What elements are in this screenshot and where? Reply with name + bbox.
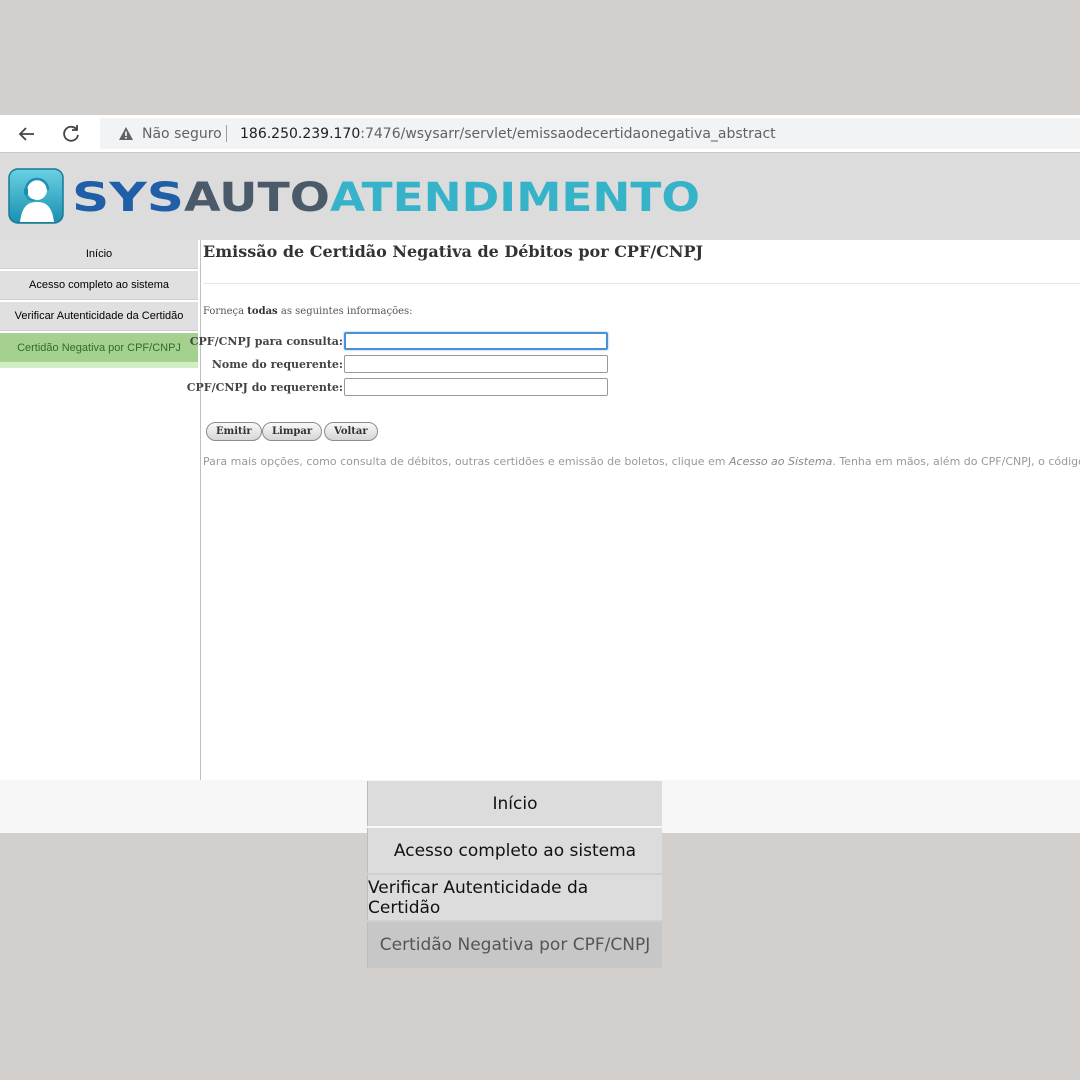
back-arrow-icon[interactable]	[14, 121, 40, 147]
instruction-bold: todas	[247, 306, 278, 317]
cpf-consulta-input[interactable]	[344, 332, 608, 350]
form-row-nome-requerente: Nome do requerente:	[203, 355, 623, 376]
main-content: Emissão de Certidão Negativa de Débitos …	[187, 240, 1080, 780]
zoomed-sidebar-menu: Início Acesso completo ao sistema Verifi…	[367, 781, 662, 968]
reload-icon[interactable]	[58, 121, 84, 147]
cpf-requerente-input[interactable]	[344, 378, 608, 396]
url-host: 186.250.239.170	[240, 126, 361, 142]
acesso-sistema-link[interactable]: Acesso ao Sistema	[729, 455, 832, 468]
nome-requerente-label: Nome do requerente:	[211, 358, 343, 371]
logo-text-auto: AUTO	[184, 175, 330, 219]
emitir-button[interactable]: Emitir	[206, 422, 262, 441]
sidebar-item-certidao-negativa[interactable]: Certidão Negativa por CPF/CNPJ	[0, 333, 198, 368]
security-label[interactable]: Não seguro	[142, 126, 222, 142]
web-page: SYS AUTO ATENDIMENTO Início Acesso compl…	[0, 153, 1080, 833]
sidebar-item-verificar-autenticidade[interactable]: Verificar Autenticidade da Certidão	[0, 302, 198, 331]
support-agent-logo-icon	[8, 168, 64, 224]
instruction-text: Forneça todas as seguintes informações:	[203, 306, 413, 317]
url-path: :7476/wsysarr/servlet/emissaodecertidaon…	[360, 126, 776, 142]
page-title: Emissão de Certidão Negativa de Débitos …	[203, 242, 704, 261]
sidebar-item-acesso-completo[interactable]: Acesso completo ao sistema	[0, 271, 198, 300]
header-banner: SYS AUTO ATENDIMENTO	[0, 153, 1080, 240]
logo-text-sys: SYS	[72, 175, 184, 219]
footnote-pre: Para mais opções, como consulta de débit…	[203, 455, 730, 468]
cpf-requerente-label: CPF/CNPJ do requerente:	[186, 381, 343, 394]
cpf-consulta-label: CPF/CNPJ para consulta:	[189, 335, 343, 348]
zoom-item-acesso-completo[interactable]: Acesso completo ao sistema	[367, 828, 662, 873]
zoom-item-inicio[interactable]: Início	[367, 781, 662, 826]
instruction-post: as seguintes informações:	[277, 306, 413, 317]
sidebar-menu: Início Acesso completo ao sistema Verifi…	[0, 240, 201, 780]
form-row-cpf-consulta: CPF/CNPJ para consulta:	[190, 332, 623, 353]
limpar-button[interactable]: Limpar	[262, 422, 323, 441]
nome-requerente-input[interactable]	[344, 355, 608, 373]
title-divider	[203, 283, 1080, 284]
zoom-item-verificar-autenticidade[interactable]: Verificar Autenticidade da Certidão	[367, 875, 662, 920]
address-separator	[226, 125, 227, 142]
url-text[interactable]: 186.250.239.170:7476/wsysarr/servlet/emi…	[240, 126, 776, 142]
sidebar-item-inicio[interactable]: Início	[0, 240, 198, 269]
instruction-pre: Forneça	[203, 306, 248, 317]
voltar-button[interactable]: Voltar	[324, 422, 378, 441]
warning-icon[interactable]	[118, 126, 134, 142]
sysautoatendimento-logo: SYS AUTO ATENDIMENTO	[72, 175, 700, 219]
address-bar[interactable]: Não seguro 186.250.239.170:7476/wsysarr/…	[100, 118, 1080, 149]
footnote-text: Para mais opções, como consulta de débit…	[203, 455, 1080, 468]
logo-text-atendimento: ATENDIMENTO	[330, 175, 700, 219]
footnote-post: . Tenha em mãos, além do CPF/CNPJ, o cód…	[832, 455, 1080, 468]
form-row-cpf-requerente: CPF/CNPJ do requerente:	[187, 378, 623, 399]
browser-toolbar: Não seguro 186.250.239.170:7476/wsysarr/…	[0, 115, 1080, 153]
zoom-item-certidao-negativa[interactable]: Certidão Negativa por CPF/CNPJ	[367, 922, 662, 968]
